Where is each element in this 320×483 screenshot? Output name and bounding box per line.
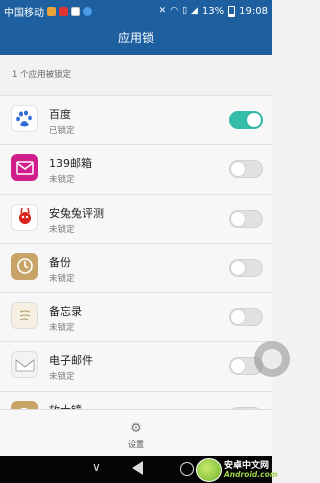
battery-percent: 13% <box>201 5 225 17</box>
app-name: 安兔兔评测 <box>49 206 104 220</box>
list-item[interactable]: 百度 已锁定 <box>0 95 272 145</box>
site-watermark: 安卓中文网 Android.com <box>196 458 278 482</box>
gear-icon: ⚙ <box>130 421 142 436</box>
lock-toggle[interactable] <box>229 160 263 179</box>
lock-status: 未锁定 <box>49 323 75 334</box>
bottom-toolbar: ⚙ 设置 <box>0 409 272 456</box>
toggle-knob <box>231 211 245 226</box>
wifi-icon: ◠ <box>170 5 179 16</box>
antutu-icon <box>11 203 38 231</box>
toggle-knob <box>231 162 245 177</box>
app-name: 139邮箱 <box>49 157 92 171</box>
lock-toggle[interactable] <box>229 111 263 129</box>
toggle-knob <box>231 359 245 374</box>
list-item[interactable]: 备忘录 未锁定 <box>0 292 272 342</box>
backup-icon <box>11 252 38 280</box>
android-logo-icon <box>196 458 222 482</box>
lock-status: 未锁定 <box>49 372 75 383</box>
app-circle-icon <box>83 6 92 16</box>
lock-status: 未锁定 <box>49 224 75 235</box>
image-icon <box>71 6 80 16</box>
app-list: 百度 已锁定 139邮箱 未锁定 安兔兔评测 未锁定 备份 未锁定 备忘录 未锁… <box>0 95 272 441</box>
list-item[interactable]: 备份 未锁定 <box>0 242 272 293</box>
app-name: 百度 <box>49 108 71 121</box>
carrier-label: 中国移动 <box>4 7 44 19</box>
mail-139-icon <box>11 154 38 182</box>
home-button[interactable] <box>180 462 194 476</box>
toggle-knob <box>231 260 245 275</box>
lock-status: 已锁定 <box>49 126 75 136</box>
chevron-down-icon[interactable]: ∨ <box>92 460 101 474</box>
list-item[interactable]: 139邮箱 未锁定 <box>0 144 272 194</box>
watermark-en: Android.com <box>224 469 278 479</box>
lock-toggle[interactable] <box>229 308 263 327</box>
lock-status: 未锁定 <box>49 273 75 284</box>
page-title: 应用锁 <box>0 22 272 55</box>
lock-toggle[interactable] <box>229 209 263 228</box>
signal-icon: ◢ <box>191 5 198 16</box>
mute-icon: ✕ <box>158 5 167 16</box>
toggle-knob <box>247 113 261 127</box>
app-name: 电子邮件 <box>49 354 93 368</box>
clock: 19:08 <box>239 5 268 17</box>
settings-label: 设置 <box>128 440 144 449</box>
toggle-knob <box>231 310 245 325</box>
email-icon <box>11 351 38 379</box>
settings-button[interactable]: ⚙ 设置 <box>0 422 272 450</box>
list-item[interactable]: 安兔兔评测 未锁定 <box>0 193 272 243</box>
app-name: 备份 <box>49 255 71 269</box>
lock-status: 未锁定 <box>49 175 75 186</box>
sim-icon: ▯ <box>182 5 188 16</box>
status-bar: 中国移动 ✕ ◠ ▯ ◢ 13% 19:08 <box>0 0 272 22</box>
lock-toggle[interactable] <box>229 258 263 277</box>
z-app-icon <box>59 6 68 16</box>
baidu-paw-icon <box>11 105 38 132</box>
locked-count-summary: 1 个应用被锁定 <box>12 70 72 80</box>
weibo-icon <box>47 6 56 16</box>
memo-icon <box>11 302 38 330</box>
app-name: 备忘录 <box>49 305 82 319</box>
list-item[interactable]: 电子邮件 未锁定 <box>0 341 272 391</box>
floating-dock-handle[interactable] <box>254 341 290 377</box>
battery-icon <box>228 5 236 17</box>
back-button[interactable] <box>132 461 143 475</box>
